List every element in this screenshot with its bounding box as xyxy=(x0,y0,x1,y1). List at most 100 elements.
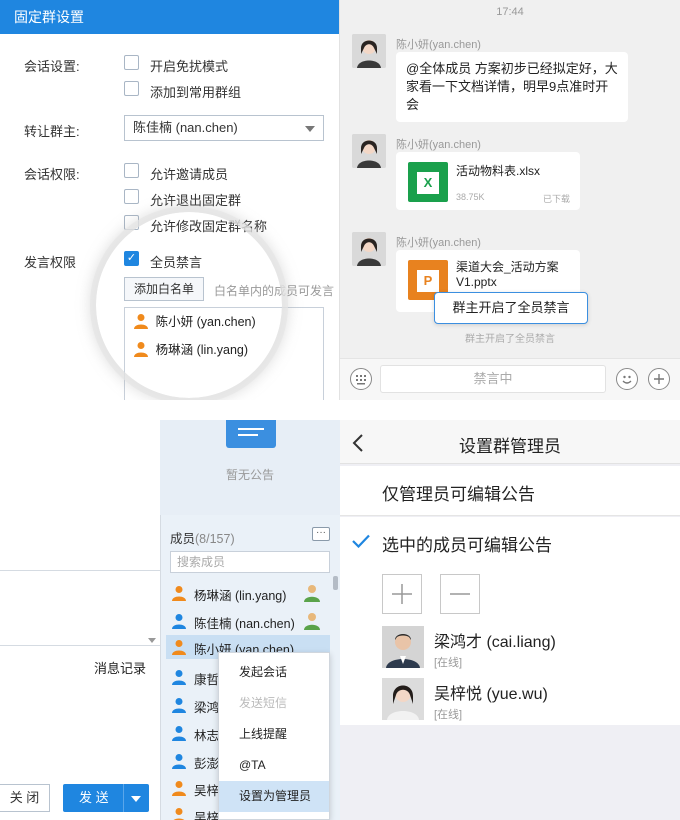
ppt-letter: P xyxy=(417,270,439,292)
input-bar: 禁言中 xyxy=(340,358,680,400)
admin-status: [在线] xyxy=(434,657,463,669)
group-panel: 消息记录 关 闭 发 送 暂无公告 成员(8/157) ··· 搜索成员 杨琳涵… xyxy=(0,420,340,820)
allow-invite-checkbox[interactable] xyxy=(124,163,139,178)
notice-empty-text: 暂无公告 xyxy=(225,468,274,482)
mobile-admin-screen: 设置群管理员 仅管理员可编辑公告 选中的成员可编辑公告 梁鸿才 (cai.lia… xyxy=(340,420,680,820)
menu-online-reminder[interactable]: 上线提醒 xyxy=(219,719,329,750)
dialog-title: 固定群设置 xyxy=(0,0,339,34)
plus-icon xyxy=(392,584,412,604)
sender-name: 陈小妍(yan.chen) xyxy=(396,237,481,249)
message-history-link[interactable]: 消息记录 xyxy=(94,658,146,677)
avatar[interactable] xyxy=(352,232,386,266)
female-avatar-icon xyxy=(352,232,386,266)
keyboard-icon[interactable] xyxy=(350,368,372,390)
option-label: 仅管理员可编辑公告 xyxy=(382,485,535,504)
transfer-owner-label: 转让群主: xyxy=(24,124,80,139)
remove-admin-button[interactable] xyxy=(440,574,480,614)
member-name: 杨琳涵 (lin.yang) xyxy=(194,589,287,603)
divider xyxy=(0,570,160,571)
send-button[interactable]: 发 送 xyxy=(63,784,149,812)
scrollbar[interactable] xyxy=(333,576,338,590)
female-avatar-icon xyxy=(352,34,386,68)
divider xyxy=(0,645,160,646)
transfer-owner-select[interactable]: 陈佳楠 (nan.chen) xyxy=(124,115,324,141)
dnd-label: 开启免扰模式 xyxy=(150,59,229,74)
option-admin-only[interactable]: 仅管理员可编辑公告 xyxy=(340,466,680,516)
minus-icon xyxy=(450,593,470,595)
person-icon xyxy=(172,640,186,655)
member-name: 彭澎 xyxy=(194,757,220,771)
mute-toast: 群主开启了全员禁言 xyxy=(434,292,588,324)
person-icon xyxy=(172,698,186,713)
admin-name: 梁鸿才 (cai.liang) xyxy=(434,634,556,651)
file-status: 已下载 xyxy=(542,194,570,204)
person-icon xyxy=(172,781,186,796)
excel-letter: X xyxy=(417,172,439,194)
allow-exit-checkbox[interactable] xyxy=(124,189,139,204)
member-name: 林志 xyxy=(194,729,220,743)
menu-start-chat[interactable]: 发起会话 xyxy=(219,657,329,688)
person-icon xyxy=(173,808,185,820)
member-name: 康哲 xyxy=(194,673,220,687)
add-admin-button[interactable] xyxy=(382,574,422,614)
excel-file-icon: X xyxy=(408,162,448,202)
menu-mention[interactable]: @TA xyxy=(219,750,329,781)
female-avatar-icon xyxy=(352,134,386,168)
members-header: 成员(8/157) xyxy=(170,528,235,547)
members-label: 成员 xyxy=(170,532,196,546)
sender-name: 陈小妍(yan.chen) xyxy=(396,139,481,151)
person-icon xyxy=(172,670,186,685)
person-icon xyxy=(172,726,186,741)
menu-set-admin[interactable]: 设置为管理员 xyxy=(219,781,329,812)
chevron-down-icon xyxy=(305,126,315,132)
avatar[interactable] xyxy=(382,678,424,720)
checkmark-icon xyxy=(352,534,370,548)
send-divider xyxy=(123,784,124,812)
caret-down-icon xyxy=(148,638,156,643)
allow-exit-label: 允许退出固定群 xyxy=(150,193,242,208)
option-label: 选中的成员可编辑公告 xyxy=(382,536,552,555)
menu-send-sms[interactable]: 发送短信 xyxy=(219,688,329,719)
more-button[interactable]: ··· xyxy=(312,527,330,541)
member-search-input[interactable]: 搜索成员 xyxy=(170,551,330,573)
admin-badge-icon xyxy=(304,613,320,630)
allow-invite-label: 允许邀请成员 xyxy=(150,167,229,182)
message-time: 17:44 xyxy=(496,6,524,18)
sender-name: 陈小妍(yan.chen) xyxy=(396,39,481,51)
system-note: 群主开启了全员禁言 xyxy=(465,334,555,345)
option-selected-members[interactable]: 选中的成员可编辑公告 xyxy=(340,517,680,567)
chat-window: 17:44 陈小妍(yan.chen) @全体成员 方案初步已经拟定好，大家看一… xyxy=(340,0,680,400)
conversation-settings-label: 会话设置: xyxy=(24,59,80,74)
common-group-label: 添加到常用群组 xyxy=(150,85,242,100)
member-row[interactable]: 陈佳楠 (nan.chen) xyxy=(170,610,330,632)
chevron-down-icon[interactable] xyxy=(131,796,141,802)
context-menu: 发起会话 发送短信 上线提醒 @TA 设置为管理员 xyxy=(218,652,330,820)
member-row[interactable]: 杨琳涵 (lin.yang) xyxy=(170,582,330,604)
admin-name: 吴梓悦 (yue.wu) xyxy=(434,686,548,703)
file-name: 活动物料表.xlsx xyxy=(456,164,541,178)
file-card-xlsx[interactable]: X 活动物料表.xlsx 38.75K 已下载 xyxy=(396,152,580,210)
notice-icon xyxy=(226,420,276,448)
admin-badge-icon xyxy=(304,585,320,602)
member-name: 吴梓 xyxy=(194,811,220,820)
admin-status: [在线] xyxy=(434,709,463,721)
member-name: 梁鸿 xyxy=(194,701,220,715)
permission-label: 会话权限: xyxy=(24,167,80,182)
common-group-checkbox[interactable] xyxy=(124,81,139,96)
person-icon xyxy=(172,754,186,769)
file-name: 渠道大会_活动方案V1.pptx xyxy=(456,260,559,289)
member-name: 吴梓 xyxy=(194,784,220,798)
emoji-icon[interactable] xyxy=(616,368,638,390)
dnd-checkbox[interactable] xyxy=(124,55,139,70)
avatar[interactable] xyxy=(352,134,386,168)
close-button[interactable]: 关 闭 xyxy=(0,784,50,812)
avatar[interactable] xyxy=(352,34,386,68)
message-bubble[interactable]: @全体成员 方案初步已经拟定好，大家看一下文档详情，明早9点准时开会 xyxy=(396,52,628,122)
members-count: (8/157) xyxy=(195,532,235,546)
plus-icon[interactable] xyxy=(648,368,670,390)
file-size: 38.75K xyxy=(456,192,485,202)
speak-permission-label: 发言权限 xyxy=(24,255,77,270)
message-input[interactable]: 禁言中 xyxy=(380,365,606,393)
avatar[interactable] xyxy=(382,626,424,668)
male-avatar-icon xyxy=(382,626,424,668)
